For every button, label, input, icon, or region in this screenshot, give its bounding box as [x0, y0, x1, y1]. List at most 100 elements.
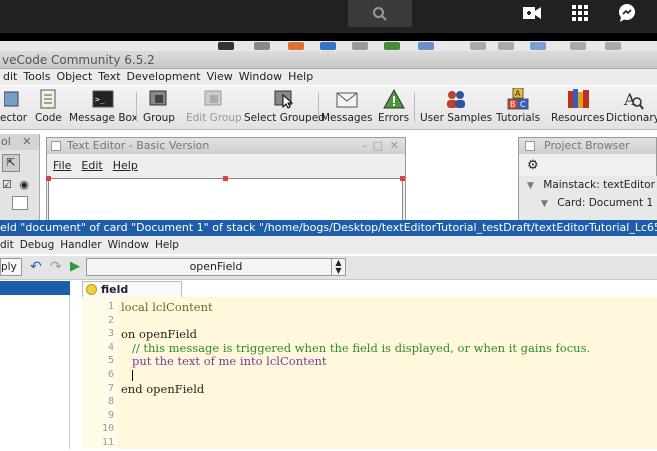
user-samples-button[interactable]: User Samples	[420, 88, 492, 128]
tools-palette-titlebar[interactable]: ol ✕	[0, 134, 39, 150]
group-button[interactable]: Group	[143, 88, 175, 128]
line-number: 3	[107, 328, 114, 340]
tutorials-label: Tutorials	[496, 112, 541, 124]
video-camera-add-icon[interactable]	[522, 4, 542, 22]
launcher-icon[interactable]	[530, 42, 546, 50]
edit-group-button[interactable]: Edit Group	[186, 88, 242, 128]
code-line[interactable]	[117, 423, 657, 437]
launcher-icon[interactable]	[352, 42, 368, 50]
redo-icon[interactable]: ↷	[50, 259, 62, 275]
menu-tools[interactable]: Tools	[20, 69, 53, 85]
code-line[interactable]: local lclContent	[117, 300, 657, 315]
checkbox-tool-button[interactable]: ☑ ◉	[2, 178, 29, 191]
card-row[interactable]: ▼ Card: Document 1	[541, 197, 653, 209]
menu-help[interactable]: Help	[155, 239, 179, 251]
menu-edit[interactable]: dit	[0, 69, 20, 85]
errors-button[interactable]: Errors	[378, 88, 409, 128]
code-line[interactable]	[117, 396, 657, 410]
resources-button[interactable]: Resources	[551, 88, 605, 128]
project-browser-titlebar[interactable]: Project Browser	[519, 138, 656, 154]
line-number: 4	[107, 341, 114, 353]
expand-icon[interactable]: ▼	[527, 181, 534, 191]
message-box-button[interactable]: >_ Message Box	[69, 88, 138, 128]
selection-handle[interactable]	[223, 176, 228, 181]
launcher-icon[interactable]	[498, 42, 514, 50]
script-tab[interactable]: field "document"	[82, 281, 182, 311]
script-editor-titlebar[interactable]: eld "document" of card "Document 1" of s…	[0, 220, 657, 236]
document-field[interactable]	[46, 176, 405, 222]
button-tool-button[interactable]	[12, 196, 28, 210]
code-line-cursor[interactable]	[117, 369, 657, 383]
mainstack-row[interactable]: ▼ Mainstack: textEditor	[527, 179, 655, 191]
code-line[interactable]: put the text of me into lclContent	[117, 355, 657, 369]
status-dot-icon	[86, 284, 97, 295]
code-button[interactable]: Code	[35, 88, 62, 128]
launcher-icon[interactable]	[470, 42, 486, 50]
gear-icon[interactable]: ⚙	[527, 158, 539, 173]
menu-window[interactable]: Window	[108, 239, 149, 251]
menu-view[interactable]: View	[204, 69, 236, 85]
menu-window[interactable]: Window	[236, 69, 285, 85]
pointer-tool-button[interactable]: ⇱	[2, 154, 20, 172]
text-editor-titlebar[interactable]: Text Editor - Basic Version – □ ✕	[47, 138, 405, 154]
code-line[interactable]	[117, 410, 657, 424]
warning-icon	[382, 88, 405, 110]
menu-file[interactable]: File	[53, 159, 71, 172]
selection-handle[interactable]	[46, 176, 51, 181]
launcher-icon[interactable]	[288, 42, 304, 50]
menu-edit[interactable]: dit	[0, 239, 14, 251]
svg-text:A: A	[515, 89, 521, 98]
inspector-button[interactable]: ector	[0, 88, 27, 128]
menu-edit[interactable]: Edit	[81, 159, 102, 172]
menu-object[interactable]: Object	[53, 69, 95, 85]
code-label: Code	[35, 112, 62, 124]
menu-text[interactable]: Text	[95, 69, 123, 85]
code-line[interactable]	[117, 315, 657, 329]
launcher-icon[interactable]	[418, 42, 434, 50]
main-window-titlebar[interactable]: veCode Community 6.5.2	[0, 51, 657, 69]
launcher-icon[interactable]	[218, 42, 234, 50]
line-number: 9	[107, 409, 114, 421]
launcher-icon[interactable]	[570, 42, 586, 50]
launcher-icon[interactable]	[254, 42, 270, 50]
code-editor[interactable]: local lclContent on openField // this me…	[117, 297, 657, 449]
toolbar-separator	[414, 92, 415, 122]
tutorials-button[interactable]: ABC Tutorials	[496, 88, 540, 128]
window-title: veCode Community 6.5.2	[2, 53, 155, 67]
menu-handler[interactable]: Handler	[60, 239, 101, 251]
expand-icon[interactable]: ▼	[541, 199, 548, 209]
launcher-icon[interactable]	[384, 42, 400, 50]
selection-handle[interactable]	[400, 176, 405, 181]
search-button[interactable]	[348, 0, 412, 27]
dictionary-icon: A	[622, 88, 644, 110]
menu-development[interactable]: Development	[124, 69, 204, 85]
apply-button[interactable]: ply	[0, 258, 22, 276]
chat-icon[interactable]	[617, 4, 637, 22]
minimize-icon[interactable]: –	[362, 138, 368, 154]
menu-help[interactable]: Help	[113, 159, 138, 172]
maximize-icon[interactable]: □	[373, 138, 383, 154]
code-line[interactable]: end openField	[117, 382, 657, 397]
line-number: 11	[101, 436, 114, 448]
chevron-up-down-icon[interactable]: ▲ ▼	[331, 259, 345, 275]
undo-icon[interactable]: ↶	[30, 259, 42, 275]
select-grouped-button[interactable]: Select Grouped	[244, 88, 325, 128]
close-icon[interactable]: ✕	[22, 135, 31, 148]
edit-group-icon	[203, 88, 225, 110]
launcher-icon[interactable]	[605, 42, 621, 50]
selected-handler-row[interactable]	[0, 281, 70, 295]
messages-button[interactable]: Messages	[321, 88, 373, 128]
text-editor-menubar: File Edit Help	[47, 154, 405, 176]
code-line[interactable]: on openField	[117, 328, 657, 342]
run-icon[interactable]: ▶	[70, 259, 80, 274]
close-icon[interactable]: ✕	[390, 138, 399, 154]
handler-selector[interactable]: openField ▲ ▼	[86, 258, 346, 276]
menu-debug[interactable]: Debug	[20, 239, 55, 251]
line-number: 1	[107, 301, 114, 312]
launcher-icon[interactable]	[320, 42, 336, 50]
card-label: Card: Document 1	[557, 197, 654, 209]
code-line[interactable]: // this message is triggered when the fi…	[117, 341, 657, 356]
apps-grid-icon[interactable]	[570, 4, 590, 22]
dictionary-button[interactable]: A Dictionary	[606, 88, 657, 128]
menu-help[interactable]: Help	[285, 69, 316, 85]
